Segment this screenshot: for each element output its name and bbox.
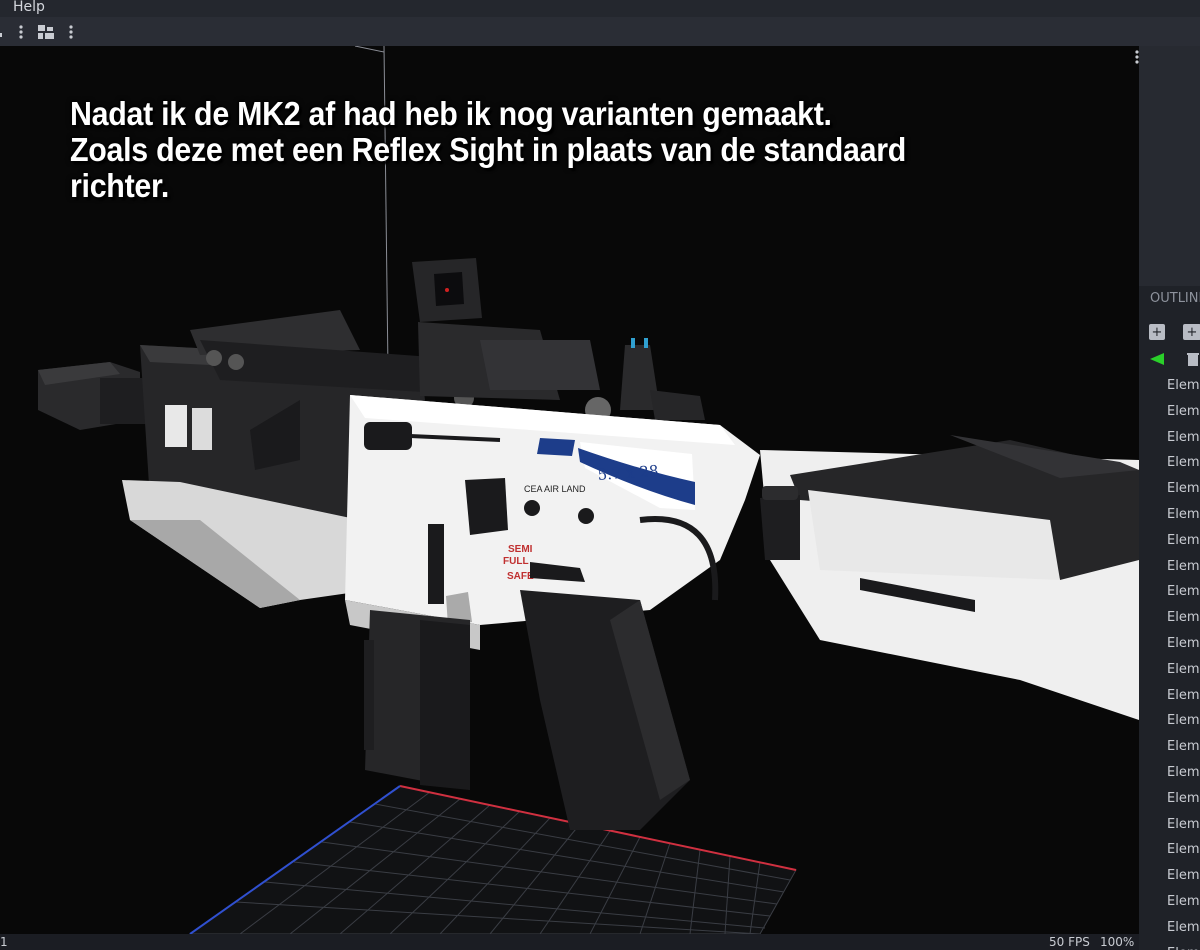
sidebar-top-panel: [1139, 46, 1200, 286]
outliner-row-label: Element: [1167, 739, 1200, 755]
outliner-row[interactable]: Element: [1139, 373, 1200, 398]
caption-line-1: Nadat ik de MK2 af had heb ik nog varian…: [70, 95, 832, 132]
outliner-row-label: Element: [1167, 713, 1200, 729]
outliner-row[interactable]: Element: [1139, 812, 1200, 837]
outliner-row[interactable]: Element: [1139, 708, 1200, 733]
outliner-row[interactable]: Element: [1139, 502, 1200, 527]
outliner-row[interactable]: Element: [1139, 425, 1200, 450]
caption-line-2: Zoals deze met een Reflex Sight in plaat…: [70, 131, 907, 168]
right-sidebar: OUTLINER + + Element Element Element Elemen…: [1139, 46, 1200, 950]
outliner-row-label: Element: [1167, 687, 1200, 703]
outliner-row[interactable]: Element: [1139, 863, 1200, 888]
zoom-level: 100%: [1100, 935, 1135, 949]
muzzle: [38, 362, 150, 430]
outliner-row[interactable]: Element: [1139, 734, 1200, 759]
trash-icon[interactable]: [1185, 351, 1200, 367]
toolbar: [0, 17, 1200, 46]
outliner-row-label: Element: [1167, 507, 1200, 522]
floor-grid: [189, 785, 797, 934]
toggle-visibility-icon[interactable]: [1149, 351, 1165, 367]
outliner-row-label: Element: [1167, 946, 1200, 950]
outliner-row-label: Element: [1167, 558, 1200, 574]
status-left: 1: [0, 935, 8, 949]
fire-mode-full: FULL: [503, 556, 529, 567]
outliner-row[interactable]: Element: [1139, 837, 1200, 862]
outliner-row[interactable]: Element: [1139, 786, 1200, 811]
fps-counter: 50 FPS: [1049, 935, 1090, 949]
magazine: [364, 610, 470, 790]
outliner-row-label: Element: [1167, 429, 1200, 445]
outliner-row[interactable]: Element: [1139, 399, 1200, 424]
outliner-row[interactable]: Element: [1139, 476, 1200, 501]
pistol-grip: [520, 590, 690, 830]
cube-stack-icon[interactable]: [0, 21, 8, 43]
outliner-row[interactable]: Element: [1139, 579, 1200, 604]
maker-decal: CEA AIR LAND: [524, 484, 586, 494]
3d-viewport[interactable]: 5.7 x 28 CEA AIR LAND SEMI FULL SAFE Nad…: [0, 46, 1139, 934]
rear-sight: [620, 338, 705, 420]
outliner-row-label: Element: [1167, 894, 1200, 909]
outliner-row[interactable]: Element: [1139, 760, 1200, 785]
outliner-row-label: Element: [1167, 403, 1200, 419]
outliner-row[interactable]: Element: [1139, 554, 1200, 579]
add-group-icon[interactable]: +: [1183, 324, 1200, 340]
outliner-row[interactable]: Element: [1139, 683, 1200, 708]
outliner-row-label: Element: [1167, 765, 1200, 780]
outliner-title: OUTLINER: [1150, 291, 1200, 306]
caption-line-3: richter.: [70, 167, 170, 204]
add-element-icon[interactable]: +: [1149, 324, 1165, 340]
layout-icon[interactable]: [37, 21, 55, 43]
outliner-row-label: Element: [1167, 868, 1200, 884]
outliner-row[interactable]: Element: [1139, 631, 1200, 656]
outliner-row-label: Element: [1167, 790, 1200, 806]
reflex-sight: [412, 258, 600, 400]
outliner-row[interactable]: Element: [1139, 450, 1200, 475]
outliner-row-label: Element: [1167, 610, 1200, 626]
outliner-row-label: Element: [1167, 584, 1200, 600]
outliner-row-label: Element: [1167, 455, 1200, 471]
outliner-row[interactable]: Element: [1139, 941, 1200, 950]
outliner-row[interactable]: Element: [1139, 889, 1200, 914]
menu-help[interactable]: Help: [13, 0, 45, 15]
kebab-icon[interactable]: [14, 21, 28, 43]
outliner-row[interactable]: Element: [1139, 605, 1200, 630]
outliner-row-label: Element: [1167, 378, 1200, 393]
stock: [760, 435, 1139, 720]
outliner-row-label: Element: [1167, 842, 1200, 858]
outliner-row-label: Element: [1167, 816, 1200, 832]
outliner-row-label: Element: [1167, 532, 1200, 548]
outliner-row-label: Element: [1167, 661, 1200, 677]
fire-mode-safe: SAFE: [507, 571, 534, 582]
outliner-row-label: Element: [1167, 636, 1200, 651]
outliner-row[interactable]: Element: [1139, 915, 1200, 940]
fire-mode-semi: SEMI: [508, 544, 533, 555]
tutorial-caption: Nadat ik de MK2 af had heb ik nog varian…: [70, 96, 990, 204]
outliner-row-label: Element: [1167, 481, 1200, 497]
kebab-icon[interactable]: [64, 21, 78, 43]
outliner-row[interactable]: Element: [1139, 528, 1200, 553]
outliner-row[interactable]: Element: [1139, 657, 1200, 682]
outliner-row-label: Element: [1167, 919, 1200, 935]
status-bar: 1 50 FPS 100%: [0, 934, 1139, 950]
menu-bar: Help: [0, 0, 1200, 17]
